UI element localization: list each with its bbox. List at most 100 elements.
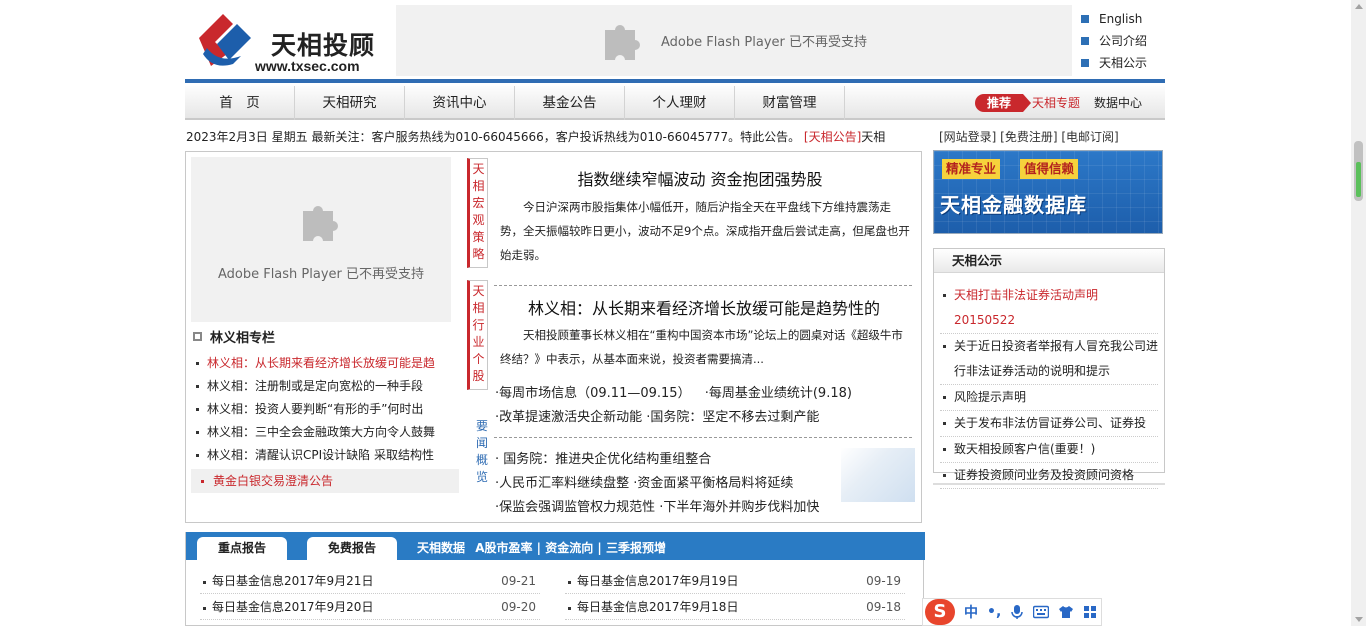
nav-data-center-link[interactable]: 数据中心 bbox=[1094, 94, 1142, 111]
skin-shirt-icon[interactable] bbox=[1058, 605, 1074, 619]
ime-logo-icon[interactable]: S bbox=[925, 599, 955, 625]
top-link-public[interactable]: 天相公示 bbox=[1081, 52, 1147, 74]
data-links: 天相数据 A股市盈率 | 资金流向 | 三季报预增 bbox=[417, 539, 666, 556]
nav-item-home[interactable]: 首 页 bbox=[185, 86, 295, 120]
top-links: English 公司介绍 天相公示 bbox=[1081, 8, 1147, 74]
news-link[interactable]: ·下半年海外并购步伐料加快 bbox=[659, 500, 819, 515]
ime-toolbar: S 中 •, bbox=[922, 598, 1102, 626]
tab-free-reports[interactable]: 免费报告 bbox=[307, 537, 397, 560]
table-row[interactable]: 每日基金信息2017年9月20日 09-20 bbox=[200, 595, 540, 620]
panel-title: 天相公示 bbox=[934, 249, 1164, 273]
nav-special-link[interactable]: 天相专题 bbox=[1032, 94, 1080, 111]
list-item[interactable]: 林义相：注册制或是定向宽松的一种手段 bbox=[193, 375, 461, 398]
report-title: 每日基金信息2017年9月20日 bbox=[212, 600, 374, 614]
report-title: 每日基金信息2017年9月21日 bbox=[212, 574, 374, 588]
banner-tag: 精准专业 bbox=[942, 159, 1001, 179]
nav-item-news[interactable]: 资讯中心 bbox=[405, 86, 515, 120]
tab-industry-stocks[interactable]: 天相行业个股 bbox=[467, 280, 488, 390]
top-link-english[interactable]: English bbox=[1081, 8, 1147, 30]
top-link-about[interactable]: 公司介绍 bbox=[1081, 30, 1147, 52]
list-item[interactable]: 风险提示声明 bbox=[940, 385, 1158, 411]
data-link-list[interactable]: A股市盈率 | 资金流向 | 三季报预增 bbox=[475, 541, 666, 555]
list-item[interactable]: 林义相：从长期来看经济增长放缓可能是趋 bbox=[193, 352, 461, 375]
report-panel: 重点报告 免费报告 天相数据 A股市盈率 | 资金流向 | 三季报预增 每日基金… bbox=[185, 532, 925, 626]
report-date: 09-20 bbox=[501, 600, 536, 614]
gold-notice-link[interactable]: 黄金白银交易澄清公告 bbox=[191, 469, 459, 493]
keyboard-icon[interactable] bbox=[1033, 605, 1050, 619]
nav-item-finance[interactable]: 个人理财 bbox=[625, 86, 735, 120]
data-label[interactable]: 天相数据 bbox=[417, 541, 465, 555]
vertical-scrollbar[interactable] bbox=[1351, 0, 1366, 626]
logo-url: www.txsec.com bbox=[255, 58, 360, 74]
notice-line: 2023年2月3日 星期五 最新关注：客户服务热线为010-66045666，客… bbox=[186, 128, 922, 146]
list-item[interactable]: 关于近日投资者举报有人冒充我公司进行非法证券活动的说明和提示 bbox=[940, 334, 1158, 385]
notice-tail: 天相 bbox=[861, 130, 886, 144]
report-title: 每日基金信息2017年9月18日 bbox=[577, 600, 739, 614]
tab-key-reports[interactable]: 重点报告 bbox=[197, 537, 287, 560]
list-item[interactable]: 天相打击非法证券活动声明20150522 bbox=[940, 283, 1158, 334]
news-links-group-b: · 国务院：推进央企优化结构重组整合 ·人民币汇率料继续盘整 ·资金面紧平衡格局… bbox=[495, 448, 915, 520]
toolbox-grid-icon[interactable] bbox=[1083, 605, 1097, 619]
nav-item-wealth[interactable]: 财富管理 bbox=[735, 86, 845, 120]
site-logo[interactable]: 天相投顾 www.txsec.com bbox=[185, 6, 395, 74]
headline-primary-summary: 今日沪深两市股指集体小幅低开，随后沪指全天在平盘线下方维持震荡走势，全天振幅较昨… bbox=[500, 200, 910, 262]
public-notice-list: 天相打击非法证券活动声明20150522 关于近日投资者举报有人冒充我公司进行非… bbox=[940, 283, 1158, 489]
nav-item-research[interactable]: 天相研究 bbox=[295, 86, 405, 120]
scroll-position-marker bbox=[1356, 162, 1361, 197]
news-link[interactable]: ·保监会强调监管权力规范性 bbox=[495, 500, 655, 515]
square-bullet-icon bbox=[1081, 59, 1089, 67]
divider bbox=[494, 285, 912, 286]
main-content-box: Adobe Flash Player 已不再受支持 林义相专栏 林义相：从长期来… bbox=[185, 151, 922, 523]
list-item[interactable]: 林义相：三中全会金融政策大方向令人鼓舞 bbox=[193, 421, 461, 444]
square-bullet-icon bbox=[193, 332, 202, 341]
report-date: 09-19 bbox=[866, 574, 901, 588]
list-item[interactable]: 证券投资顾问业务及投资顾问资格 bbox=[940, 463, 1158, 489]
header-divider bbox=[185, 79, 1165, 83]
report-date: 09-21 bbox=[501, 574, 536, 588]
tab-macro-strategy[interactable]: 天相宏观策略 bbox=[467, 158, 488, 268]
microphone-icon[interactable] bbox=[1010, 604, 1024, 620]
headline-secondary[interactable]: 林义相：从长期来看经济增长放缓可能是趋势性的 bbox=[494, 295, 914, 319]
table-row[interactable]: 每日基金信息2017年9月18日 09-18 bbox=[565, 595, 905, 620]
tab-news-overview[interactable]: 要闻概览 bbox=[474, 418, 490, 486]
report-date: 09-18 bbox=[866, 600, 901, 614]
list-item[interactable]: 林义相：清醒认识CPI设计缺陷 采取结构性 bbox=[193, 444, 461, 467]
headline-primary[interactable]: 指数继续窄幅波动 资金抱团强势股 bbox=[494, 166, 906, 190]
ime-punctuation-toggle[interactable]: •, bbox=[987, 604, 1001, 620]
news-link[interactable]: ·改革提速激活央企新动能 bbox=[495, 410, 642, 425]
table-row[interactable]: 每日基金信息2017年9月19日 09-19 bbox=[565, 569, 905, 594]
square-bullet-icon bbox=[1081, 15, 1089, 23]
ime-mode-toggle[interactable]: 中 bbox=[964, 602, 978, 622]
flash-notice-text: Adobe Flash Player 已不再受支持 bbox=[217, 267, 425, 282]
banner-title: 天相金融数据库 bbox=[940, 193, 1087, 217]
news-link[interactable]: ·人民币汇率料继续盘整 bbox=[495, 476, 629, 491]
news-link[interactable]: ·每周市场信息（09.11—09.15） bbox=[495, 386, 691, 401]
public-notice-panel: 天相公示 天相打击非法证券活动声明20150522 关于近日投资者举报有人冒充我… bbox=[933, 248, 1165, 489]
scroll-down-arrow-icon[interactable] bbox=[1355, 617, 1363, 622]
news-link[interactable]: ·资金面紧平衡格局料将延续 bbox=[633, 476, 793, 491]
news-link[interactable]: · 国务院：推进央企优化结构重组整合 bbox=[495, 452, 711, 467]
list-item[interactable]: 致天相投顾客户信(重要！) bbox=[940, 437, 1158, 463]
flash-notice-text: Adobe Flash Player 已不再受支持 bbox=[660, 35, 868, 50]
recommend-badge: 推荐 bbox=[975, 94, 1031, 112]
list-item[interactable]: 关于发布非法仿冒证券公司、证券投 bbox=[940, 411, 1158, 437]
financial-database-banner[interactable]: 精准专业 值得信赖 天相金融数据库 bbox=[933, 150, 1163, 234]
logo-chinese-name: 天相投顾 bbox=[271, 31, 376, 60]
news-link[interactable]: ·国务院：坚定不移去过剩产能 bbox=[646, 410, 819, 425]
account-links[interactable]: [网站登录] [免费注册] [电邮订阅] bbox=[939, 128, 1119, 145]
table-row[interactable]: 每日基金信息2017年9月21日 09-21 bbox=[200, 569, 540, 594]
scroll-up-arrow-icon[interactable] bbox=[1355, 4, 1363, 9]
current-date: 2023年2月3日 星期五 bbox=[186, 130, 308, 144]
news-links-group-a: ·每周市场信息（09.11—09.15） ·每周基金业绩统计(9.18) ·改革… bbox=[495, 382, 915, 430]
divider bbox=[494, 437, 912, 438]
notice-announcement-link[interactable]: [天相公告] bbox=[804, 130, 861, 144]
column-title: 林义相专栏 bbox=[193, 327, 275, 346]
logo-mark-icon bbox=[199, 14, 251, 66]
notice-text: 最新关注：客户服务热线为010-66045666，客户投诉热线为010-6604… bbox=[311, 130, 801, 144]
headline-secondary-summary: 天相投顾董事长林义相在“重构中国资本市场”论坛上的圆桌对话《超级牛市终结？》中表… bbox=[500, 328, 903, 366]
list-item[interactable]: 林义相：投资人要判断“有形的手”何时出 bbox=[193, 398, 461, 421]
divider bbox=[933, 483, 1165, 485]
nav-item-fund[interactable]: 基金公告 bbox=[515, 86, 625, 120]
column-list: 林义相：从长期来看经济增长放缓可能是趋 林义相：注册制或是定向宽松的一种手段 林… bbox=[193, 352, 461, 467]
news-link[interactable]: ·每周基金业绩统计(9.18) bbox=[705, 386, 852, 401]
